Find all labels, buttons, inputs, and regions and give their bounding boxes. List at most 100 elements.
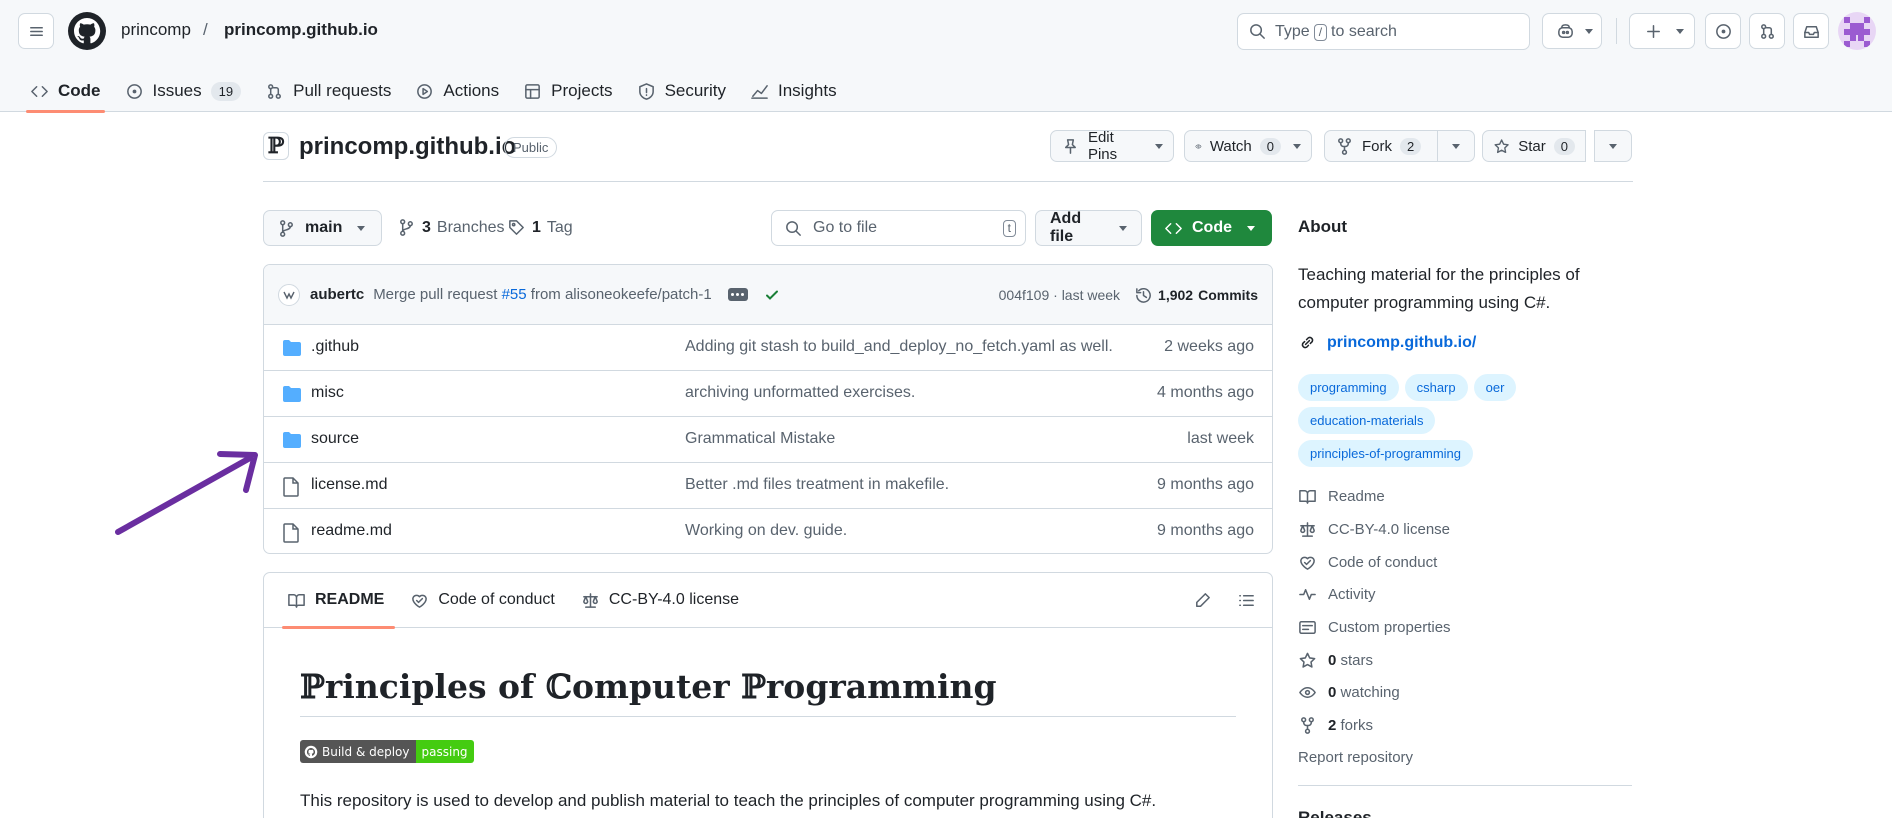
watch-label: Watch <box>1209 137 1252 155</box>
readme-tab-readme[interactable]: README <box>274 573 397 629</box>
law-icon <box>582 592 598 608</box>
file-row[interactable]: readme.md Working on dev. guide. 9 month… <box>264 509 1272 553</box>
badge-status: passing <box>421 744 468 759</box>
file-commit-message[interactable]: archiving unformatted exercises. <box>685 384 915 402</box>
tab-label: Code <box>58 81 101 100</box>
star-dropdown-button[interactable] <box>1594 130 1632 162</box>
file-row[interactable]: license.md Better .md files treatment in… <box>264 463 1272 509</box>
tab-issues[interactable]: Issues 19 <box>113 70 254 112</box>
global-search-input[interactable]: Type / to search <box>1237 13 1530 50</box>
edit-pins-button[interactable]: Edit Pins <box>1050 129 1174 163</box>
edit-readme-button[interactable] <box>1184 583 1220 617</box>
chevron-down-icon <box>1609 143 1617 149</box>
file-name[interactable]: misc <box>311 384 344 402</box>
fork-button[interactable]: Fork 2 <box>1324 130 1438 162</box>
breadcrumb-repo[interactable]: princomp.github.io <box>224 20 378 40</box>
topic-tag[interactable]: education-materials <box>1298 407 1436 434</box>
copilot-button[interactable] <box>1542 13 1602 49</box>
code-button-label: Code <box>1192 219 1232 236</box>
tab-code[interactable]: Code <box>18 70 113 113</box>
folder-icon <box>283 432 301 448</box>
tab-security[interactable]: Security <box>625 70 738 112</box>
file-row[interactable]: .github Adding git stash to build_and_de… <box>264 325 1272 371</box>
file-commit-message[interactable]: Working on dev. guide. <box>685 522 847 540</box>
issue-icon <box>126 83 142 99</box>
menu-button[interactable] <box>18 13 54 49</box>
issues-button[interactable] <box>1705 13 1741 49</box>
code-dropdown-button[interactable]: Code <box>1151 210 1272 246</box>
file-row[interactable]: source Grammatical Mistake last week <box>264 417 1272 463</box>
homepage-link[interactable]: princomp.github.io/ <box>1298 333 1476 352</box>
sidebar-watching-link[interactable]: 0 watching <box>1298 683 1400 702</box>
tag-icon <box>509 220 524 235</box>
topic-tag[interactable]: oer <box>1473 374 1517 401</box>
file-commit-message[interactable]: Better .md files treatment in makefile. <box>685 476 949 494</box>
sidebar-forks-link[interactable]: 2 forks <box>1298 716 1373 735</box>
folder-icon <box>283 340 301 356</box>
report-repository-link[interactable]: Report repository <box>1298 749 1413 766</box>
fork-icon <box>1338 137 1351 155</box>
chevron-down-icon <box>1585 29 1593 34</box>
pulse-icon <box>1299 588 1316 601</box>
file-name[interactable]: source <box>311 430 359 448</box>
book-icon <box>1299 490 1316 504</box>
create-new-button[interactable] <box>1629 13 1695 49</box>
commit-author[interactable]: aubertc <box>310 286 364 303</box>
file-commit-message[interactable]: Adding git stash to build_and_deploy_no_… <box>685 338 1113 356</box>
search-icon <box>786 220 801 236</box>
tags-link[interactable]: 1 Tag <box>507 218 573 237</box>
commit-message[interactable]: Merge pull request #55 from alisoneokeef… <box>373 286 712 303</box>
sidebar-readme-link[interactable]: Readme <box>1298 487 1385 506</box>
pull-requests-button[interactable] <box>1749 13 1785 49</box>
check-icon[interactable] <box>764 287 780 303</box>
list-icon <box>1238 594 1254 606</box>
commits-history-link[interactable]: 1,902 Commits <box>1134 286 1258 305</box>
go-to-file-input[interactable]: Go to file t <box>771 210 1026 246</box>
add-file-button[interactable]: Add file <box>1035 210 1142 246</box>
github-logo-icon[interactable] <box>68 12 106 50</box>
star-button[interactable]: Star 0 <box>1482 130 1586 162</box>
star-icon <box>1494 138 1509 153</box>
fork-dropdown-button[interactable] <box>1437 130 1475 162</box>
readme-tab-license[interactable]: CC-BY-4.0 license <box>568 573 752 628</box>
inbox-button[interactable] <box>1793 13 1829 49</box>
commit-hash-time[interactable]: 004f109 · last week <box>999 287 1120 303</box>
commit-author-avatar[interactable] <box>278 283 300 306</box>
file-name[interactable]: .github <box>311 338 359 356</box>
branches-link[interactable]: 3 Branches <box>397 218 505 237</box>
sidebar-item-label: stars <box>1340 652 1374 669</box>
file-name[interactable]: readme.md <box>311 522 392 540</box>
topic-tag[interactable]: principles-of-programming <box>1298 440 1473 467</box>
repo-title[interactable]: princomp.github.io <box>299 133 516 161</box>
sidebar-activity-link[interactable]: Activity <box>1298 585 1376 604</box>
pencil-icon <box>1195 592 1210 607</box>
topic-tag[interactable]: csharp <box>1404 374 1468 401</box>
tab-actions[interactable]: Actions <box>403 70 511 112</box>
branch-selector[interactable]: main <box>263 210 382 246</box>
commit-pr-link[interactable]: #55 <box>502 286 527 303</box>
about-heading: About <box>1298 217 1348 236</box>
outline-button[interactable] <box>1228 583 1264 617</box>
file-row[interactable]: misc archiving unformatted exercises. 4 … <box>264 371 1272 417</box>
tab-projects[interactable]: Projects <box>511 70 624 112</box>
expand-commit-message-button[interactable] <box>727 288 748 301</box>
breadcrumb-owner[interactable]: princomp <box>121 20 191 40</box>
build-status-badge[interactable]: Build & deploy passing <box>300 740 474 763</box>
global-header: princomp / princomp.github.io Type / to se… <box>0 0 1892 113</box>
tab-pull-requests[interactable]: Pull requests <box>253 70 403 112</box>
user-avatar[interactable] <box>1838 12 1876 50</box>
watch-button[interactable]: Watch 0 <box>1184 130 1312 162</box>
file-commit-message[interactable]: Grammatical Mistake <box>685 430 835 448</box>
about-description: Teaching material for the principles of … <box>1298 265 1580 312</box>
pull-request-icon <box>268 83 282 99</box>
sidebar-license-link[interactable]: CC-BY-4.0 license <box>1298 520 1450 539</box>
tab-insights[interactable]: Insights <box>738 70 849 112</box>
sidebar-code-of-conduct-link[interactable]: Code of conduct <box>1298 553 1437 572</box>
sidebar-custom-properties-link[interactable]: Custom properties <box>1298 618 1451 637</box>
readme-tab-code-of-conduct[interactable]: Code of conduct <box>397 573 568 628</box>
topic-tag[interactable]: programming <box>1298 374 1399 401</box>
file-name[interactable]: license.md <box>311 476 387 494</box>
breadcrumb-separator: / <box>203 20 208 39</box>
releases-heading[interactable]: Releases <box>1298 808 1372 818</box>
sidebar-stars-link[interactable]: 0 stars <box>1298 651 1373 670</box>
